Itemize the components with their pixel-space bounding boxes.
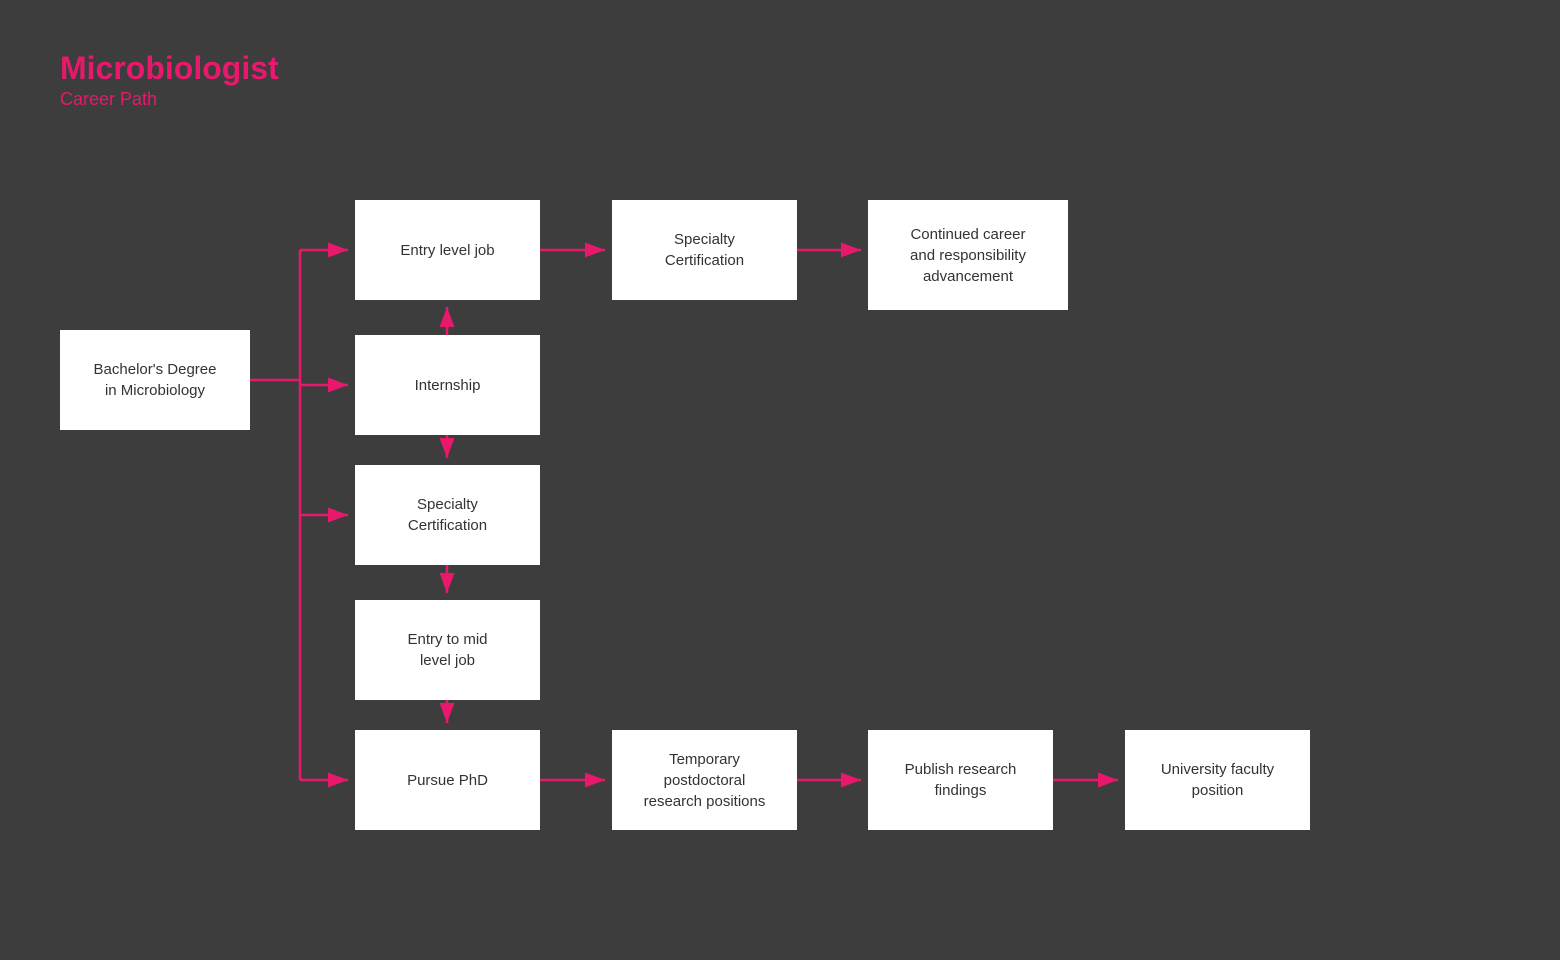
- box-continued-career: Continued careerand responsibilityadvanc…: [868, 200, 1068, 310]
- box-pursue-phd: Pursue PhD: [355, 730, 540, 830]
- box-internship: Internship: [355, 335, 540, 435]
- box-university-faculty: University facultyposition: [1125, 730, 1310, 830]
- box-entry-mid: Entry to midlevel job: [355, 600, 540, 700]
- box-bachelors: Bachelor's Degreein Microbiology: [60, 330, 250, 430]
- box-specialty-cert-top: SpecialtyCertification: [612, 200, 797, 300]
- box-temp-postdoc: Temporarypostdoctoralresearch positions: [612, 730, 797, 830]
- flowchart: Bachelor's Degreein Microbiology Entry le…: [0, 0, 1560, 960]
- box-entry-level: Entry level job: [355, 200, 540, 300]
- box-publish-research: Publish researchfindings: [868, 730, 1053, 830]
- box-specialty-cert-mid: SpecialtyCertification: [355, 465, 540, 565]
